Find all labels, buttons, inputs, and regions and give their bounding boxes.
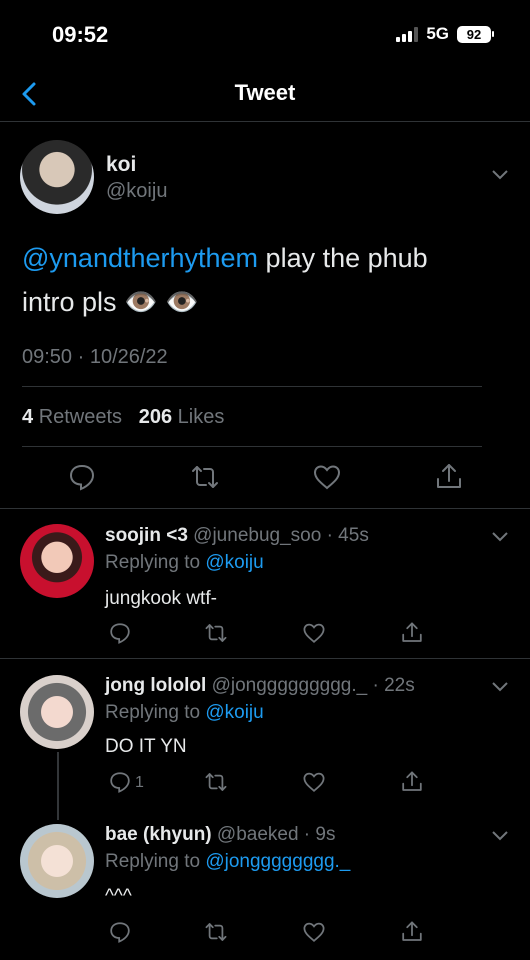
replying-to-link[interactable]: @koiju — [205, 552, 263, 573]
reply-time: · 45s — [321, 525, 369, 546]
reply-author-handle[interactable]: @baeked — [217, 824, 299, 845]
speech-bubble-icon — [69, 464, 95, 491]
heart-icon — [313, 465, 341, 490]
header-bar: Tweet — [0, 70, 530, 122]
retweets-label: Retweets — [38, 406, 123, 428]
chevron-down-icon — [492, 682, 508, 692]
reply-author-name[interactable]: jong lololol — [105, 675, 206, 696]
thread-connector — [57, 752, 59, 820]
more-options-button[interactable] — [490, 530, 510, 544]
replying-to: Replying to @koiju — [105, 552, 264, 574]
battery-icon: 92 — [457, 25, 494, 43]
retweet-button[interactable] — [204, 621, 228, 645]
reply-author-name[interactable]: soojin <3 — [105, 525, 188, 546]
author-handle[interactable]: @koiju — [106, 180, 167, 203]
replying-to: Replying to @koiju — [105, 702, 264, 724]
avatar[interactable] — [20, 524, 94, 598]
likes-label: Likes — [177, 406, 225, 428]
speech-bubble-icon — [110, 922, 130, 943]
retweets-count: 4 — [22, 406, 34, 428]
retweet-icon — [192, 466, 218, 488]
reply-text: DO IT YN — [105, 736, 187, 757]
share-button[interactable] — [400, 621, 424, 645]
more-options-button[interactable] — [490, 829, 510, 843]
more-options-button[interactable] — [490, 168, 510, 182]
reply-button[interactable] — [108, 621, 132, 645]
retweets-stat[interactable]: 4 Retweets — [22, 406, 122, 428]
tweet-timestamp: 09:50 · 10/26/22 — [22, 346, 168, 368]
retweet-button[interactable] — [204, 920, 228, 944]
share-icon — [402, 622, 422, 642]
network-label: 5G — [426, 24, 449, 43]
status-time: 09:52 — [52, 22, 109, 47]
tweet-text-line1: play the phub — [258, 243, 428, 273]
status-indicators: 5G 92 — [396, 24, 494, 44]
retweet-icon — [205, 923, 227, 941]
replying-to-link[interactable]: @koiju — [205, 702, 263, 723]
replying-to-label: Replying to — [105, 702, 206, 723]
avatar[interactable] — [20, 675, 94, 749]
like-button[interactable] — [302, 621, 326, 645]
share-button[interactable] — [434, 462, 464, 492]
reply-author-handle[interactable]: @jonggggggggg._ — [212, 675, 368, 696]
reply-count: 1 — [135, 774, 144, 791]
reply-header: jong lololol @jonggggggggg._ · 22s — [105, 675, 415, 697]
reply-button[interactable] — [67, 462, 97, 492]
author-name[interactable]: koi — [106, 153, 136, 177]
share-button[interactable] — [400, 920, 424, 944]
page-title: Tweet — [234, 80, 296, 105]
like-button[interactable] — [302, 920, 326, 944]
reply-text: ^^^ — [105, 886, 132, 907]
likes-stat[interactable]: 206 Likes — [139, 406, 225, 428]
replying-to: Replying to @jongggggggg._ — [105, 851, 350, 873]
speech-bubble-icon — [110, 623, 130, 644]
reply-button[interactable] — [108, 920, 132, 944]
retweet-button[interactable] — [190, 462, 220, 492]
like-button[interactable] — [312, 462, 342, 492]
heart-icon — [303, 922, 325, 942]
replying-to-label: Replying to — [105, 552, 206, 573]
more-options-button[interactable] — [490, 680, 510, 694]
reply-text: jungkook wtf- — [105, 588, 217, 609]
divider — [22, 386, 482, 387]
reply-button[interactable] — [108, 770, 132, 794]
share-icon — [437, 464, 461, 488]
retweet-icon — [205, 773, 227, 791]
like-button[interactable] — [302, 770, 326, 794]
share-icon — [402, 771, 422, 791]
reply-header: soojin <3 @junebug_soo · 45s — [105, 525, 369, 547]
divider — [22, 446, 482, 447]
reply-time: · 22s — [367, 675, 415, 696]
heart-icon — [303, 772, 325, 792]
mention-link[interactable]: @ynandtherhythem — [22, 243, 258, 273]
chevron-down-icon — [492, 831, 508, 841]
replying-to-label: Replying to — [105, 851, 206, 872]
reply-time: · 9s — [298, 824, 336, 845]
reply-author-name[interactable]: bae (khyun) — [105, 824, 212, 845]
likes-count: 206 — [138, 406, 173, 428]
chevron-down-icon — [492, 170, 508, 180]
replying-to-link[interactable]: @jongggggggg._ — [205, 851, 350, 872]
reply-header: bae (khyun) @baeked · 9s — [105, 824, 335, 846]
signal-icon — [396, 26, 419, 42]
heart-icon — [303, 623, 325, 643]
share-button[interactable] — [400, 770, 424, 794]
speech-bubble-icon — [110, 772, 130, 793]
chevron-down-icon — [492, 532, 508, 542]
tweet-stats: 4 Retweets 206 Likes — [22, 406, 224, 429]
share-icon — [402, 921, 422, 941]
divider — [0, 508, 530, 509]
tweet-text-line2: intro pls 👁️ 👁️ — [22, 287, 199, 317]
tweet-text: @ynandtherhythem play the phub intro pls… — [22, 236, 492, 324]
retweet-icon — [205, 624, 227, 642]
battery-level: 92 — [457, 25, 491, 43]
avatar[interactable] — [20, 824, 94, 898]
retweet-button[interactable] — [204, 770, 228, 794]
avatar[interactable] — [20, 140, 94, 214]
reply-author-handle[interactable]: @junebug_soo — [193, 525, 321, 546]
divider — [0, 658, 530, 659]
